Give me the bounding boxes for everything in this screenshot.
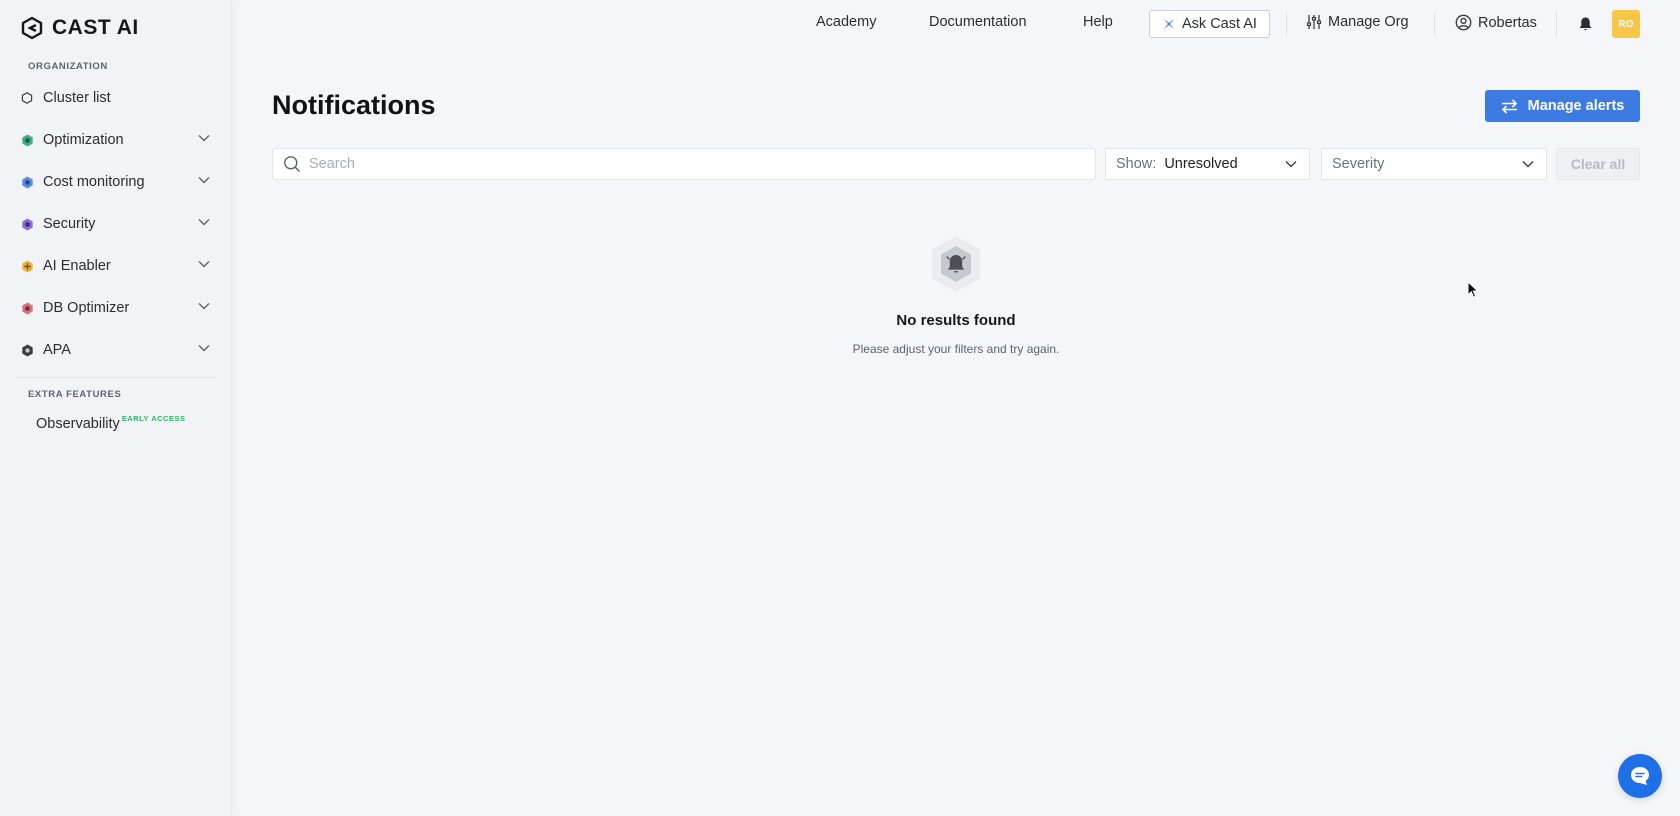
severity-placeholder: Severity (1332, 156, 1385, 172)
sliders-icon (1306, 15, 1322, 29)
brand-name: CAST AI (52, 16, 139, 39)
search-icon (284, 156, 301, 173)
chevron-down-icon (198, 135, 210, 142)
search-input[interactable] (309, 156, 1069, 172)
show-filter-label: Show: (1116, 156, 1157, 172)
extra-features-section-label: EXTRA FEATURES (28, 389, 122, 400)
chat-launcher-button[interactable] (1618, 754, 1662, 798)
ai-enabler-icon (20, 259, 34, 273)
optimization-icon (20, 133, 34, 147)
sidebar-item-security[interactable]: Security (14, 208, 218, 240)
brand-logo[interactable]: CAST AI (20, 16, 139, 40)
avatar[interactable]: RO (1612, 10, 1640, 38)
empty-state-subtitle: Please adjust your filters and try again… (852, 342, 1060, 356)
page-title: Notifications (272, 90, 436, 120)
user-name: Robertas (1478, 14, 1537, 31)
manage-org-label: Manage Org (1328, 14, 1409, 30)
manage-alerts-label: Manage alerts (1527, 98, 1625, 114)
chevron-down-icon (1285, 161, 1297, 168)
sidebar-item-label: Cost monitoring (43, 174, 145, 190)
sidebar-item-optimization[interactable]: Optimization (14, 124, 218, 156)
sidebar-item-label: Optimization (43, 132, 124, 148)
topnav-academy-link[interactable]: Academy (816, 14, 876, 30)
sidebar-item-ai-enabler[interactable]: AI Enabler (14, 250, 218, 282)
sidebar-item-observability[interactable]: Observability EARLY ACCESS (36, 414, 186, 432)
cost-monitoring-icon (20, 175, 34, 189)
chat-bubble-icon (1631, 767, 1649, 785)
bell-alert-icon (932, 236, 980, 292)
sidebar-item-cluster-list[interactable]: Cluster list (14, 82, 218, 114)
swap-arrows-icon (1501, 98, 1517, 114)
ask-cast-ai-button[interactable]: Ask Cast AI (1149, 10, 1270, 38)
hexagon-outline-icon (20, 91, 34, 105)
early-access-badge: EARLY ACCESS (121, 414, 186, 423)
topbar-separator (1434, 12, 1435, 36)
bell-icon[interactable] (1578, 16, 1593, 32)
show-filter-value: Unresolved (1164, 156, 1238, 172)
show-filter-select[interactable]: Show: Unresolved (1105, 148, 1310, 180)
topnav-documentation-link[interactable]: Documentation (929, 14, 1027, 30)
empty-state-title: No results found (896, 312, 1016, 329)
sidebar-item-label: Security (43, 216, 96, 232)
chevron-down-icon (1522, 161, 1534, 168)
chevron-down-icon (198, 177, 210, 184)
sparkle-icon (1164, 19, 1175, 29)
sidebar: CAST AI ORGANIZATION Cluster list Optimi… (0, 0, 232, 816)
manage-org-button[interactable]: Manage Org (1306, 14, 1409, 30)
chevron-down-icon (198, 303, 210, 310)
sidebar-item-label: Cluster list (43, 90, 111, 106)
search-field[interactable] (272, 148, 1096, 180)
sidebar-item-label: AI Enabler (43, 258, 111, 274)
shield-icon (20, 217, 34, 231)
topnav-help-link[interactable]: Help (1083, 14, 1113, 30)
chevron-down-icon (198, 261, 210, 268)
sidebar-divider (16, 377, 216, 378)
topbar-separator (1556, 12, 1557, 36)
chevron-down-icon (198, 219, 210, 226)
severity-filter-select[interactable]: Severity (1321, 148, 1547, 180)
ask-cast-ai-label: Ask Cast AI (1182, 16, 1257, 32)
manage-alerts-button[interactable]: Manage alerts (1485, 90, 1640, 122)
organization-section-label: ORGANIZATION (28, 61, 108, 72)
user-circle-icon (1455, 14, 1472, 31)
sidebar-item-cost-monitoring[interactable]: Cost monitoring (14, 166, 218, 198)
user-menu-button[interactable]: Robertas (1455, 14, 1537, 31)
sidebar-item-label: Observability (36, 416, 120, 432)
clear-all-button[interactable]: Clear all (1556, 148, 1640, 180)
topbar-separator (1286, 12, 1287, 36)
mouse-cursor-icon (1467, 281, 1479, 298)
cast-ai-logo-icon (21, 16, 43, 40)
